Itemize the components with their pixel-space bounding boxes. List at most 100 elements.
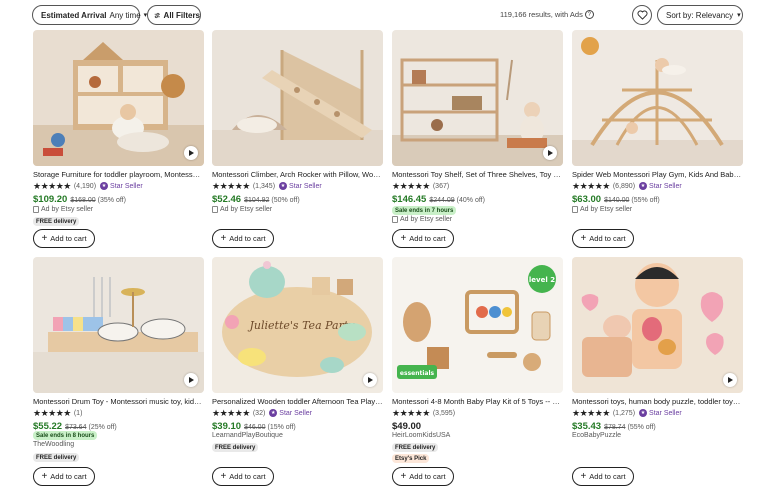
listing-card[interactable]: Spider Web Montessori Play Gym, Kids And… [572, 30, 743, 255]
star-seller-icon: ★ [639, 182, 648, 190]
add-to-cart-button[interactable]: + Add to cart [212, 467, 274, 486]
rating-row: ★★★★★ (367) [392, 180, 450, 191]
free-delivery-badge: FREE delivery [33, 453, 80, 462]
ad-icon [572, 206, 578, 213]
product-image-climber[interactable] [212, 30, 383, 166]
price-row: $63.00 $140.00 (55% off) [572, 194, 660, 205]
listing-title[interactable]: Montessori toys, human body puzzle, todd… [572, 397, 743, 406]
sort-dropdown[interactable]: Sort by: Relevancy ▾ [657, 5, 743, 25]
star-seller-icon: ★ [639, 409, 648, 417]
star-rating-icon: ★★★★★ [33, 180, 71, 191]
star-rating-icon: ★★★★★ [392, 407, 430, 418]
ad-icon [392, 216, 398, 223]
add-to-cart-button[interactable]: + Add to cart [572, 467, 634, 486]
product-image-drum-toy[interactable] [33, 257, 204, 393]
results-count: 119,166 results, with Ads ? [500, 10, 632, 19]
ad-icon [33, 206, 39, 213]
essentials-badge-text: essentials [400, 370, 435, 377]
level-badge-text: level 2 [529, 276, 555, 284]
product-image-body-puzzle[interactable] [572, 257, 743, 393]
sale-ends-badge: Sale ends in 7 hours [392, 206, 457, 215]
rating-row: ★★★★★ (1,275) ★ Star Seller [572, 407, 682, 418]
rating-row: ★★★★★ (1,345) ★ Star Seller [212, 180, 322, 191]
add-to-cart-button[interactable]: + Add to cart [33, 229, 95, 248]
shop-name[interactable]: HeirLoomKidsUSA [392, 432, 450, 439]
listing-card[interactable]: level 2 essentials Montessori 4-8 Month … [392, 257, 563, 486]
listing-card[interactable]: Montessori toys, human body puzzle, todd… [572, 257, 743, 486]
video-play-icon[interactable] [184, 146, 198, 160]
ad-icon [212, 206, 218, 213]
shop-name[interactable]: TheWoodling [33, 441, 74, 448]
video-play-icon[interactable] [184, 373, 198, 387]
star-seller-badge: ★ Star Seller [639, 182, 682, 190]
price-row: $52.46 $104.92 (50% off) [212, 194, 300, 205]
star-seller-badge: ★ Star Seller [279, 182, 322, 190]
star-seller-badge: ★ Star Seller [100, 182, 143, 190]
plus-icon: + [220, 470, 227, 482]
listing-title[interactable]: Montessori 4-8 Month Baby Play Kit of 5 … [392, 397, 563, 406]
help-icon[interactable]: ? [584, 10, 594, 19]
all-filters-button[interactable]: All Filters [147, 5, 201, 25]
add-to-cart-button[interactable]: + Add to cart [212, 229, 274, 248]
filter-bar: Estimated Arrival Any time ▾ All Filters… [0, 0, 760, 30]
star-seller-badge: ★ Star Seller [639, 409, 682, 417]
rating-row: ★★★★★ (32) ★ Star Seller [212, 407, 312, 418]
price-row: $39.10 $46.00 (15% off) [212, 421, 296, 432]
listing-card[interactable]: Montessori Climber, Arch Rocker with Pil… [212, 30, 383, 255]
product-image-toy-shelf[interactable] [392, 30, 563, 166]
video-play-icon[interactable] [363, 373, 377, 387]
plus-icon: + [400, 470, 407, 482]
listing-card[interactable]: Juliette's Tea Party Personalized Wooden… [212, 257, 383, 486]
rating-row: ★★★★★ (1) [33, 407, 83, 418]
star-rating-icon: ★★★★★ [572, 180, 610, 191]
estimated-arrival-filter[interactable]: Estimated Arrival Any time ▾ [32, 5, 147, 25]
listing-title[interactable]: Spider Web Montessori Play Gym, Kids And… [572, 170, 743, 179]
plus-icon: + [580, 232, 587, 244]
product-image-play-gym[interactable] [572, 30, 743, 166]
listing-title[interactable]: Montessori Drum Toy - Montessori music t… [33, 397, 204, 406]
ad-label: Ad by Etsy seller [212, 206, 272, 213]
add-to-cart-button[interactable]: + Add to cart [392, 229, 454, 248]
listing-card[interactable]: Montessori Toy Shelf, Set of Three Shelv… [392, 30, 563, 255]
heart-icon [637, 10, 647, 20]
price-row: $35.43 $78.74 (55% off) [572, 421, 656, 432]
free-delivery-badge: FREE delivery [33, 217, 80, 226]
rating-row: ★★★★★ (4,190) ★ Star Seller [33, 180, 143, 191]
product-image-baby-play-kit[interactable]: level 2 essentials [392, 257, 563, 393]
listing-title[interactable]: Personalized Wooden toddler Afternoon Te… [212, 397, 383, 406]
price-row: $109.20 $168.00 (35% off) [33, 194, 126, 205]
star-rating-icon: ★★★★★ [212, 180, 250, 191]
favorite-search-button[interactable] [632, 5, 652, 25]
star-rating-icon: ★★★★★ [33, 407, 71, 418]
listing-title[interactable]: Montessori Climber, Arch Rocker with Pil… [212, 170, 383, 179]
listing-card[interactable]: Storage Furniture for toddler playroom, … [33, 30, 204, 255]
rating-row: ★★★★★ (3,595) [392, 407, 456, 418]
listing-card[interactable]: Montessori Drum Toy - Montessori music t… [33, 257, 204, 486]
filter-sliders-icon [154, 12, 160, 18]
video-play-icon[interactable] [543, 146, 557, 160]
product-image-storage-shelf[interactable] [33, 30, 204, 166]
free-delivery-badge: FREE delivery [392, 443, 439, 452]
shop-name[interactable]: LearnandPlayBoutique [212, 432, 283, 439]
listing-title[interactable]: Montessori Toy Shelf, Set of Three Shelv… [392, 170, 563, 179]
etsys-pick-badge: Etsy's Pick [392, 454, 430, 463]
star-seller-icon: ★ [269, 409, 278, 417]
plus-icon: + [400, 232, 407, 244]
star-seller-icon: ★ [100, 182, 109, 190]
plus-icon: + [41, 470, 48, 482]
star-seller-icon: ★ [279, 182, 288, 190]
star-seller-badge: ★ Star Seller [269, 409, 312, 417]
ad-label: Ad by Etsy seller [33, 206, 93, 213]
plus-icon: + [220, 232, 227, 244]
listing-title[interactable]: Storage Furniture for toddler playroom, … [33, 170, 204, 179]
add-to-cart-button[interactable]: + Add to cart [33, 467, 95, 486]
product-image-tea-set[interactable]: Juliette's Tea Party [212, 257, 383, 393]
video-play-icon[interactable] [723, 373, 737, 387]
ad-label: Ad by Etsy seller [572, 206, 632, 213]
shop-name[interactable]: EcoBabyPuzzle [572, 432, 621, 439]
star-rating-icon: ★★★★★ [212, 407, 250, 418]
add-to-cart-button[interactable]: + Add to cart [392, 467, 454, 486]
star-rating-icon: ★★★★★ [572, 407, 610, 418]
add-to-cart-button[interactable]: + Add to cart [572, 229, 634, 248]
plus-icon: + [580, 470, 587, 482]
